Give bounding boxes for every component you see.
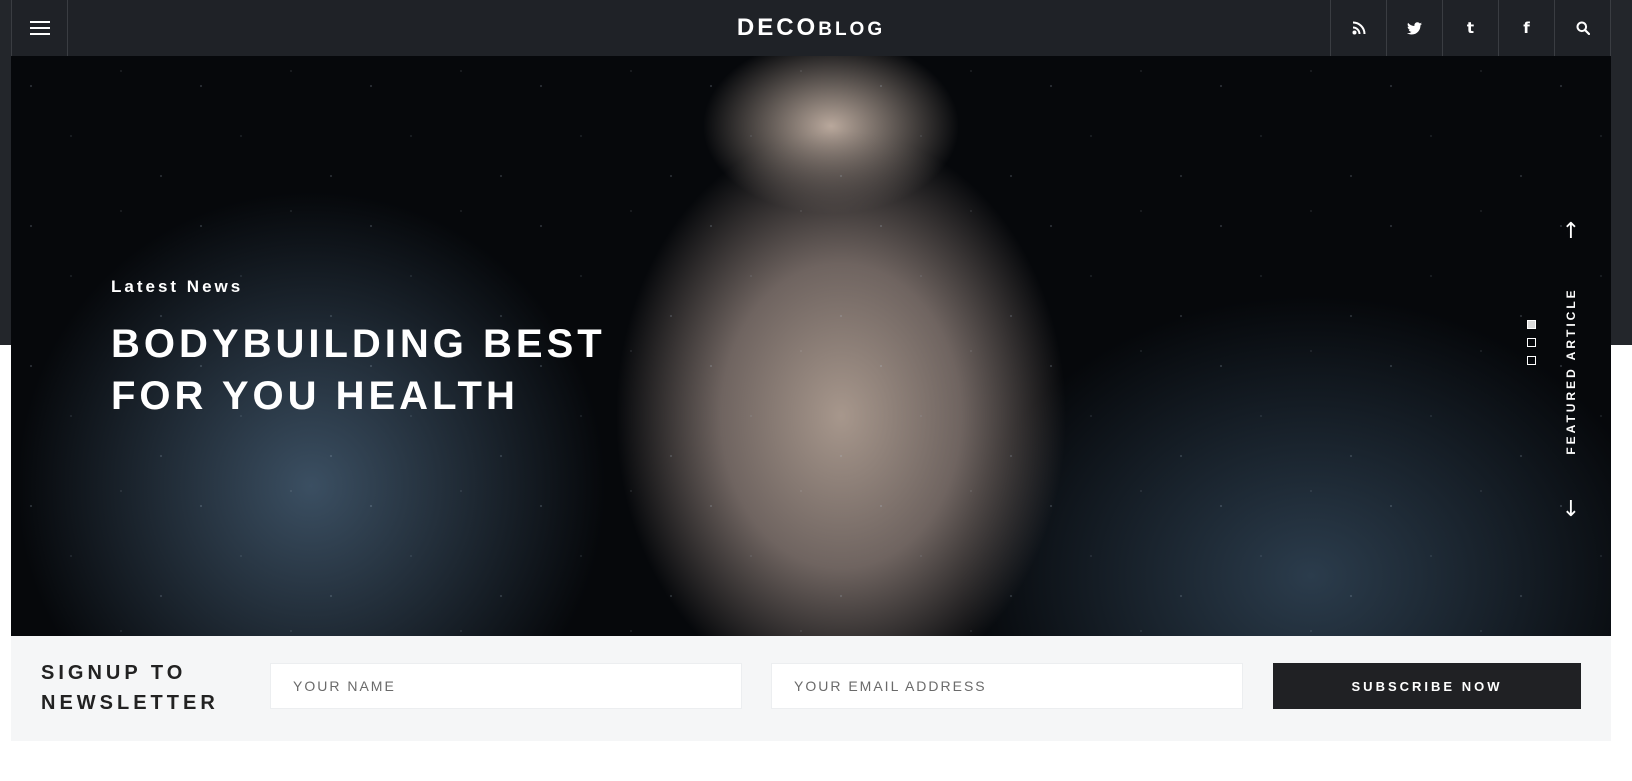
facebook-button[interactable]: f bbox=[1498, 0, 1554, 56]
logo-primary: DECO bbox=[736, 14, 819, 41]
featured-article-nav: ↑ FEATURED ARTICLE ↓ bbox=[1556, 221, 1586, 521]
subscribe-button[interactable]: SUBSCRIBE NOW bbox=[1273, 663, 1581, 709]
arrow-down-icon[interactable]: ↓ bbox=[1556, 499, 1586, 521]
email-input[interactable] bbox=[771, 663, 1243, 709]
rss-button[interactable] bbox=[1330, 0, 1386, 56]
featured-hero[interactable]: Latest News BODYBUILDING BEST FOR YOU HE… bbox=[11, 56, 1611, 636]
logo-secondary: BLOG bbox=[818, 19, 886, 40]
search-button[interactable] bbox=[1554, 0, 1611, 56]
twitter-icon bbox=[1407, 21, 1422, 34]
rss-icon bbox=[1352, 21, 1365, 35]
slider-pagination bbox=[1527, 320, 1536, 365]
tumblr-icon: t bbox=[1466, 19, 1475, 37]
slider-dot-1[interactable] bbox=[1527, 320, 1536, 329]
slider-dot-3[interactable] bbox=[1527, 356, 1536, 365]
name-input[interactable] bbox=[270, 663, 742, 709]
site-header: DECOBLOG t f bbox=[11, 0, 1611, 57]
arrow-up-icon[interactable]: ↑ bbox=[1556, 221, 1586, 243]
hero-title[interactable]: BODYBUILDING BEST FOR YOU HEALTH bbox=[111, 318, 631, 422]
facebook-icon: f bbox=[1523, 19, 1530, 37]
social-links: t f bbox=[1330, 0, 1611, 56]
newsletter-title: SIGNUP TO NEWSLETTER bbox=[41, 662, 219, 714]
featured-article-label: FEATURED ARTICLE bbox=[1564, 287, 1578, 455]
newsletter-bar: SIGNUP TO NEWSLETTER SUBSCRIBE NOW bbox=[11, 636, 1611, 741]
hamburger-icon bbox=[29, 21, 50, 35]
twitter-button[interactable] bbox=[1386, 0, 1442, 56]
slider-dot-2[interactable] bbox=[1527, 338, 1536, 347]
search-icon bbox=[1576, 21, 1590, 35]
hero-category[interactable]: Latest News bbox=[111, 277, 243, 297]
tumblr-button[interactable]: t bbox=[1442, 0, 1498, 56]
menu-button[interactable] bbox=[11, 0, 68, 56]
